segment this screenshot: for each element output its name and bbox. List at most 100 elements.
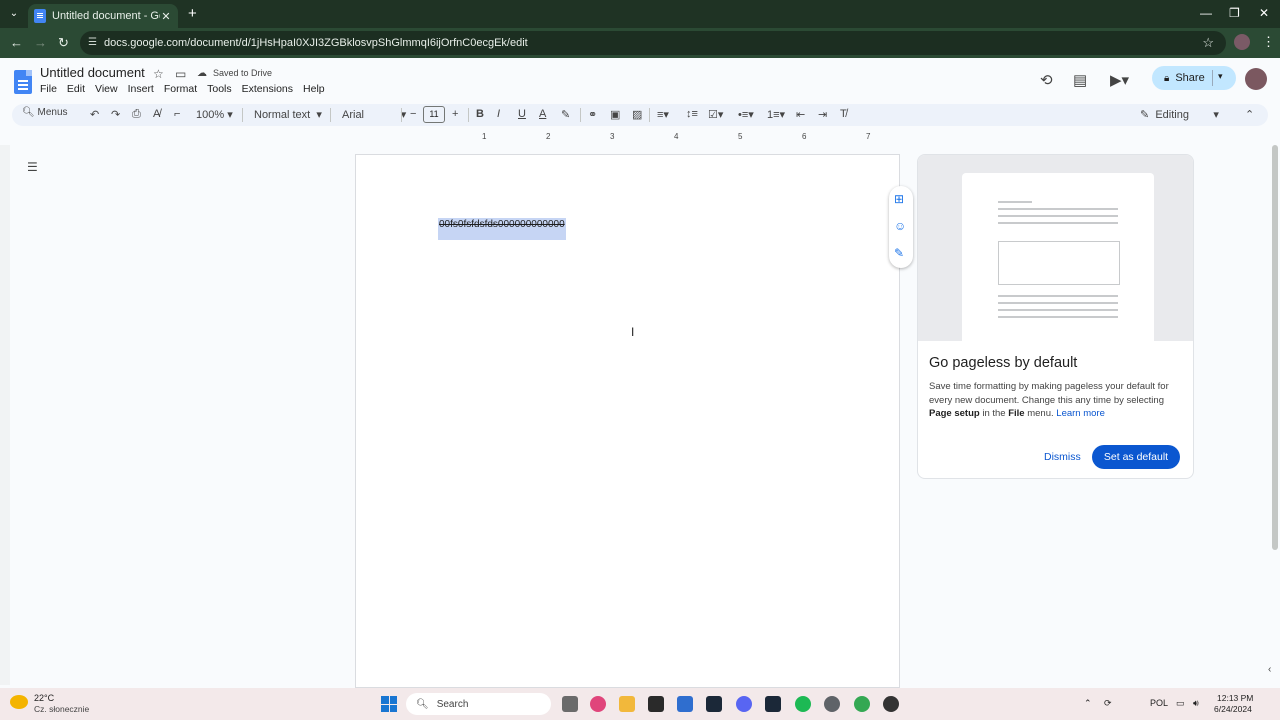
comments-icon[interactable]: ▤ [1073, 71, 1087, 89]
numbered-list-icon[interactable]: 1≡▾ [767, 108, 785, 121]
docs-logo-icon[interactable] [14, 70, 32, 94]
highlight-icon[interactable]: ✎ [561, 108, 570, 121]
new-tab-icon[interactable]: + [188, 5, 197, 22]
app-icon[interactable] [677, 696, 693, 712]
menu-format[interactable]: Format [164, 83, 197, 95]
clock-date[interactable]: 6/24/2024 [1214, 704, 1252, 714]
vertical-ruler[interactable] [0, 145, 10, 685]
align-icon[interactable]: ≡▾ [657, 108, 669, 121]
menu-file[interactable]: File [40, 83, 57, 95]
style-select[interactable]: Normal text ▾ [254, 108, 322, 121]
document-outline-icon[interactable]: ☰ [27, 160, 38, 174]
share-button[interactable]: 🔒︎ Share ▾ [1152, 66, 1236, 90]
restore-icon[interactable]: ❐ [1229, 6, 1240, 20]
editing-mode-select[interactable]: ✎ Editing ▾ [1140, 108, 1219, 121]
document-title[interactable]: Untitled document [40, 65, 145, 80]
horizontal-ruler[interactable]: 1 2 3 4 5 6 7 [356, 132, 900, 142]
meet-icon[interactable]: ▶▾ [1110, 71, 1129, 89]
settings-icon[interactable] [824, 696, 840, 712]
task-view-icon[interactable] [562, 696, 578, 712]
bookmark-star-icon[interactable]: ☆ [1202, 35, 1214, 51]
side-panel-toggle-icon[interactable]: ‹ [1268, 664, 1271, 675]
emoji-reaction-icon[interactable]: ☺ [894, 219, 906, 233]
italic-icon[interactable]: I [497, 108, 500, 120]
url-input[interactable]: ☰ docs.google.com/document/d/1jHsHpaI0XJ… [80, 31, 1226, 55]
dismiss-button[interactable]: Dismiss [1044, 451, 1081, 463]
menu-edit[interactable]: Edit [67, 83, 85, 95]
spellcheck-icon[interactable]: A̸ [153, 108, 160, 120]
sync-icon[interactable]: ⟳ [1104, 698, 1112, 709]
taskbar-search[interactable]: 🔍︎ Search [406, 693, 551, 715]
forward-icon[interactable]: → [34, 35, 47, 50]
steam-icon[interactable] [765, 696, 781, 712]
language-indicator[interactable]: POL [1150, 698, 1168, 708]
close-tab-icon[interactable]: ✕ [160, 10, 172, 23]
site-info-icon[interactable]: ☰ [88, 37, 97, 48]
close-window-icon[interactable]: ✕ [1259, 6, 1269, 20]
font-size-input[interactable]: 11 [423, 106, 445, 123]
steam-icon[interactable] [706, 696, 722, 712]
increase-font-icon[interactable]: + [452, 108, 458, 120]
set-as-default-button[interactable]: Set as default [1092, 445, 1180, 469]
discord-icon[interactable] [736, 696, 752, 712]
back-icon[interactable]: ← [10, 35, 23, 50]
bold-icon[interactable]: B [476, 108, 484, 120]
weather-description: Cz. słonecznie [34, 704, 90, 714]
account-avatar[interactable] [1245, 68, 1267, 90]
add-comment-icon[interactable]: ⊞ [894, 192, 904, 206]
clear-formatting-icon[interactable]: T̸ [840, 108, 847, 120]
spotify-icon[interactable] [795, 696, 811, 712]
obs-icon[interactable] [883, 696, 899, 712]
font-select[interactable]: Arial ▾ [342, 108, 406, 121]
checklist-icon[interactable]: ☑▾ [708, 108, 723, 121]
volume-icon[interactable]: 🔊︎ [1193, 698, 1199, 709]
underline-icon[interactable]: U [518, 108, 526, 120]
clock-time[interactable]: 12:13 PM [1217, 693, 1253, 703]
star-icon[interactable]: ☆ [153, 67, 164, 81]
link-icon[interactable]: ⚭ [588, 108, 597, 121]
menu-extensions[interactable]: Extensions [242, 83, 293, 95]
learn-more-link[interactable]: Learn more [1056, 408, 1105, 419]
profile-avatar[interactable] [1234, 34, 1250, 50]
decrease-font-icon[interactable]: − [410, 108, 416, 120]
start-icon[interactable] [381, 696, 397, 712]
insert-image-icon[interactable]: ▨ [632, 108, 642, 121]
vertical-scrollbar[interactable] [1272, 145, 1278, 550]
decrease-indent-icon[interactable]: ⇤ [796, 108, 805, 121]
move-folder-icon[interactable]: ▭ [175, 67, 186, 81]
tab-search-icon[interactable]: ⌄ [6, 5, 22, 21]
collapse-toolbar-icon[interactable]: ⌃ [1245, 108, 1254, 121]
menus-search[interactable]: 🔍︎ Menus [22, 107, 68, 118]
line-spacing-icon[interactable]: ↕≡ [686, 108, 698, 120]
selected-text[interactable]: 00fs0fsfdsfds000000000000 [438, 218, 566, 240]
show-hidden-icons-icon[interactable]: ⌃ [1084, 698, 1092, 709]
version-history-icon[interactable]: ⟲ [1040, 71, 1053, 89]
bulleted-list-icon[interactable]: •≡▾ [738, 108, 754, 121]
menu-help[interactable]: Help [303, 83, 325, 95]
menu-tools[interactable]: Tools [207, 83, 232, 95]
menu-insert[interactable]: Insert [128, 83, 154, 95]
document-page[interactable] [355, 154, 900, 688]
browser-tab[interactable]: Untitled document - Google Do ✕ [28, 4, 178, 28]
redo-icon[interactable]: ↷ [111, 108, 120, 121]
zoom-select[interactable]: 100% ▾ [196, 108, 233, 121]
increase-indent-icon[interactable]: ⇥ [818, 108, 827, 121]
suggest-edits-icon[interactable]: ✎ [894, 246, 904, 260]
add-comment-icon[interactable]: ▣ [610, 108, 620, 121]
share-dropdown-icon[interactable]: ▾ [1218, 71, 1223, 82]
undo-icon[interactable]: ↶ [90, 108, 99, 121]
weather-icon[interactable] [10, 695, 28, 709]
browser-menu-icon[interactable]: ⋮ [1262, 34, 1275, 50]
menu-view[interactable]: View [95, 83, 118, 95]
reload-icon[interactable]: ↻ [58, 35, 69, 51]
store-icon[interactable] [648, 696, 664, 712]
file-explorer-icon[interactable] [619, 696, 635, 712]
print-icon[interactable]: ⎙ [132, 108, 141, 121]
opera-icon[interactable] [590, 696, 606, 712]
ruler-label: 5 [738, 132, 743, 141]
text-color-icon[interactable]: A [539, 108, 546, 120]
paint-format-icon[interactable]: ⌐ [174, 108, 180, 120]
chrome-icon[interactable] [854, 696, 870, 712]
minimize-icon[interactable]: — [1200, 6, 1212, 20]
network-icon[interactable]: ▭ [1176, 698, 1185, 709]
